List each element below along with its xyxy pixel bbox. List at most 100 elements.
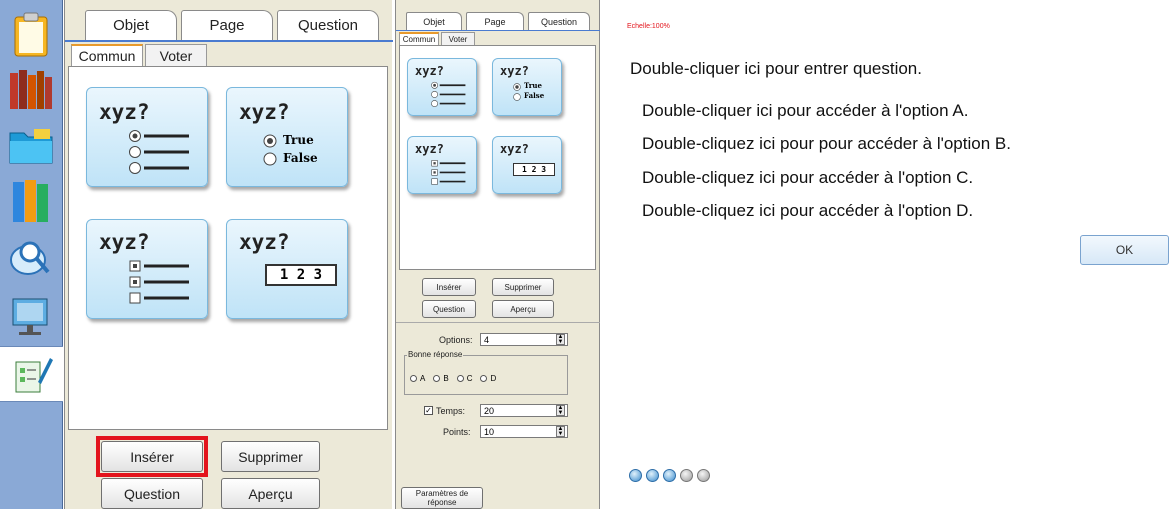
radio-empty-icon: [513, 93, 521, 101]
question-button[interactable]: Question: [101, 478, 203, 509]
subtab-voter[interactable]: Voter: [441, 32, 475, 45]
nav-prev-icon[interactable]: [646, 469, 659, 482]
answer-label: C: [466, 373, 473, 383]
ok-button[interactable]: OK: [1080, 235, 1169, 265]
nav-play-icon[interactable]: [663, 469, 676, 482]
card-title: xyz?: [99, 100, 150, 124]
supprimer-button[interactable]: Supprimer: [492, 278, 554, 296]
nav-last-icon[interactable]: [697, 469, 710, 482]
card-title: xyz?: [415, 142, 444, 156]
scale-label: Echelle:100%: [627, 23, 670, 30]
question-preview: Echelle:100% Double-cliquer ici pour ent…: [602, 0, 1174, 509]
answer-radio-b[interactable]: B: [433, 373, 449, 383]
radio-empty-icon: [456, 374, 464, 382]
radio-selected-icon: [263, 134, 277, 148]
card-title: xyz?: [239, 230, 290, 254]
answer-radios: A B C D: [410, 371, 560, 385]
list-radio-icon: [129, 130, 189, 174]
card-numeric[interactable]: xyz? 1 2 3: [226, 219, 348, 319]
answer-label: A: [420, 373, 426, 383]
card-multiple-choice[interactable]: xyz?: [407, 58, 477, 116]
options-label: Options:: [439, 335, 473, 345]
clipboard-icon[interactable]: [4, 8, 58, 62]
answer-radio-c[interactable]: C: [456, 373, 473, 383]
points-spinner[interactable]: ▲ ▼: [556, 426, 565, 437]
card-true-false[interactable]: xyz? True False: [226, 87, 348, 187]
question-panel-small: Objet Page Question Commun Voter xyz? xy…: [395, 0, 600, 509]
radio-empty-icon: [410, 374, 417, 382]
numeric-box: 1 2 3: [265, 264, 337, 286]
question-type-gallery: xyz? xyz? True False xyz? xyz? 1 2 3: [68, 66, 388, 430]
points-field[interactable]: 10: [480, 425, 568, 438]
temps-field[interactable]: 20: [480, 404, 568, 417]
option-c-text[interactable]: Double-cliquez ici pour accéder à l'opti…: [642, 168, 973, 188]
tab-page[interactable]: Page: [181, 10, 273, 40]
books-icon[interactable]: [4, 62, 58, 116]
option-b-text[interactable]: Double-cliquez ici pour pour accéder à l…: [642, 134, 1011, 154]
options-field[interactable]: 4: [480, 333, 568, 346]
tab-objet[interactable]: Objet: [85, 10, 177, 40]
tab-objet[interactable]: Objet: [406, 12, 462, 30]
tab-underline: [65, 40, 393, 42]
presentation-icon[interactable]: [4, 288, 58, 342]
answer-label: D: [490, 373, 497, 383]
subtab-voter[interactable]: Voter: [145, 44, 207, 66]
false-label: False: [283, 151, 318, 165]
tab-question[interactable]: Question: [277, 10, 379, 40]
apercu-button[interactable]: Aperçu: [221, 478, 320, 509]
binders-icon[interactable]: [4, 174, 58, 228]
false-label: False: [524, 91, 545, 100]
true-label: True: [283, 133, 314, 147]
points-label: Points:: [443, 427, 471, 437]
list-checkbox-icon: [129, 260, 189, 304]
parametres-reponse-button[interactable]: Paramètres de réponse: [401, 487, 483, 509]
nav-first-icon[interactable]: [629, 469, 642, 482]
folder-icon[interactable]: [4, 118, 58, 172]
tab-underline: [396, 30, 600, 31]
quiz-edit-icon[interactable]: [0, 346, 63, 402]
subtab-commun[interactable]: Commun: [71, 44, 143, 66]
divider: [396, 322, 600, 323]
card-title: xyz?: [500, 142, 529, 156]
list-radio-icon: [431, 81, 466, 107]
card-true-false[interactable]: xyz? True False: [492, 58, 562, 116]
answer-radio-d[interactable]: D: [480, 374, 496, 383]
tab-question[interactable]: Question: [528, 12, 590, 30]
card-multiple-answer[interactable]: xyz?: [86, 219, 208, 319]
radio-empty-icon: [480, 374, 488, 382]
tab-page[interactable]: Page: [466, 12, 524, 30]
supprimer-button[interactable]: Supprimer: [221, 441, 320, 472]
card-title: xyz?: [500, 64, 529, 78]
inserer-button[interactable]: Insérer: [101, 441, 203, 472]
question-text[interactable]: Double-cliquer ici pour entrer question.: [630, 59, 922, 79]
radio-selected-icon: [513, 83, 521, 91]
card-numeric[interactable]: xyz? 1 2 3: [492, 136, 562, 194]
left-toolbar: [0, 0, 63, 509]
question-button[interactable]: Question: [422, 300, 476, 318]
radio-empty-icon: [263, 152, 277, 166]
answer-radio-a[interactable]: A: [410, 374, 425, 383]
options-spinner[interactable]: ▲ ▼: [556, 334, 565, 345]
radio-empty-icon: [433, 374, 441, 382]
card-title: xyz?: [239, 100, 290, 124]
inserer-button[interactable]: Insérer: [422, 278, 476, 296]
card-multiple-choice[interactable]: xyz?: [86, 87, 208, 187]
apercu-button[interactable]: Aperçu: [492, 300, 554, 318]
temps-spinner[interactable]: ▲ ▼: [556, 405, 565, 416]
true-label: True: [524, 81, 542, 90]
card-title: xyz?: [99, 230, 150, 254]
list-checkbox-icon: [431, 160, 466, 185]
question-type-gallery-small: xyz? xyz? True False xyz? xyz? 1 2 3: [399, 45, 596, 270]
temps-label: Temps:: [436, 406, 466, 416]
option-a-text[interactable]: Double-cliquer ici pour accéder à l'opti…: [642, 101, 968, 121]
card-title: xyz?: [415, 64, 444, 78]
subtab-commun[interactable]: Commun: [399, 32, 439, 45]
numeric-box: 1 2 3: [513, 163, 555, 176]
nav-next-icon[interactable]: [680, 469, 693, 482]
bonne-reponse-label: Bonne réponse: [407, 350, 464, 359]
answer-label: B: [443, 373, 449, 383]
magnifier-icon[interactable]: [4, 230, 58, 284]
option-d-text[interactable]: Double-cliquez ici pour accéder à l'opti…: [642, 201, 973, 221]
temps-checkbox[interactable]: ✓: [424, 406, 433, 415]
card-multiple-answer[interactable]: xyz?: [407, 136, 477, 194]
